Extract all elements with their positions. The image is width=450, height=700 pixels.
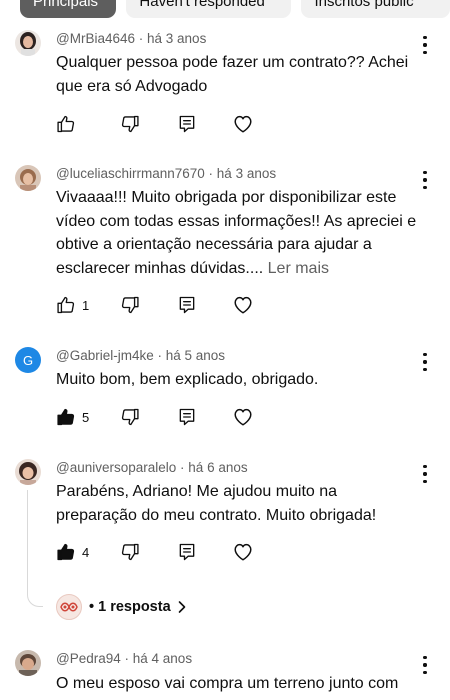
comment-author[interactable]: @Pedra94 — [56, 651, 121, 666]
avatar[interactable] — [15, 650, 41, 676]
comment-text: O meu esposo vai compra um terreno junto… — [56, 675, 399, 692]
comment-time: há 4 anos — [132, 651, 193, 666]
comment: @Pedra94 · há 4 anos O meu esposo vai co… — [0, 0, 450, 700]
comment-meta: @Pedra94 · há 4 anos — [56, 651, 193, 666]
